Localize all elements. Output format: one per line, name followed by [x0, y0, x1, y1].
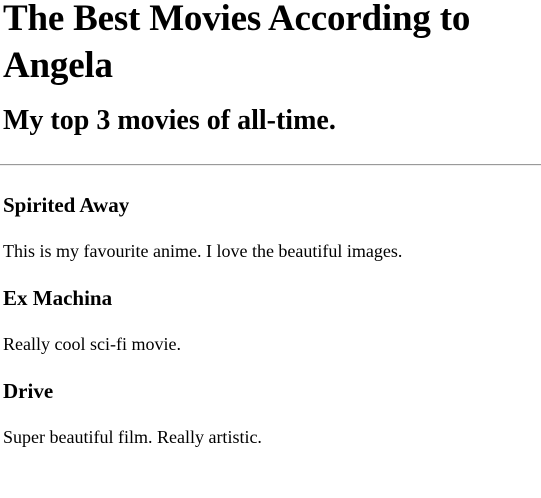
movie-title: Ex Machina — [3, 286, 113, 310]
movie-item: Ex Machina Really cool sci-fi movie. — [3, 285, 537, 355]
page-subtitle: My top 3 movies of all-time. — [3, 105, 336, 136]
divider — [0, 164, 541, 166]
movie-title: Drive — [3, 379, 54, 403]
movie-title: Spirited Away — [3, 193, 130, 217]
movie-description: This is my favourite anime. I love the b… — [3, 241, 403, 261]
movie-item: Spirited Away This is my favourite anime… — [3, 192, 537, 262]
movie-description: Really cool sci-fi movie. — [3, 334, 181, 354]
movie-list: Spirited Away This is my favourite anime… — [3, 192, 537, 448]
movie-description: Super beautiful film. Really artistic. — [3, 427, 262, 447]
movie-item: Drive Super beautiful film. Really artis… — [3, 378, 537, 448]
page-title: The Best Movies According to Angela — [3, 0, 471, 86]
